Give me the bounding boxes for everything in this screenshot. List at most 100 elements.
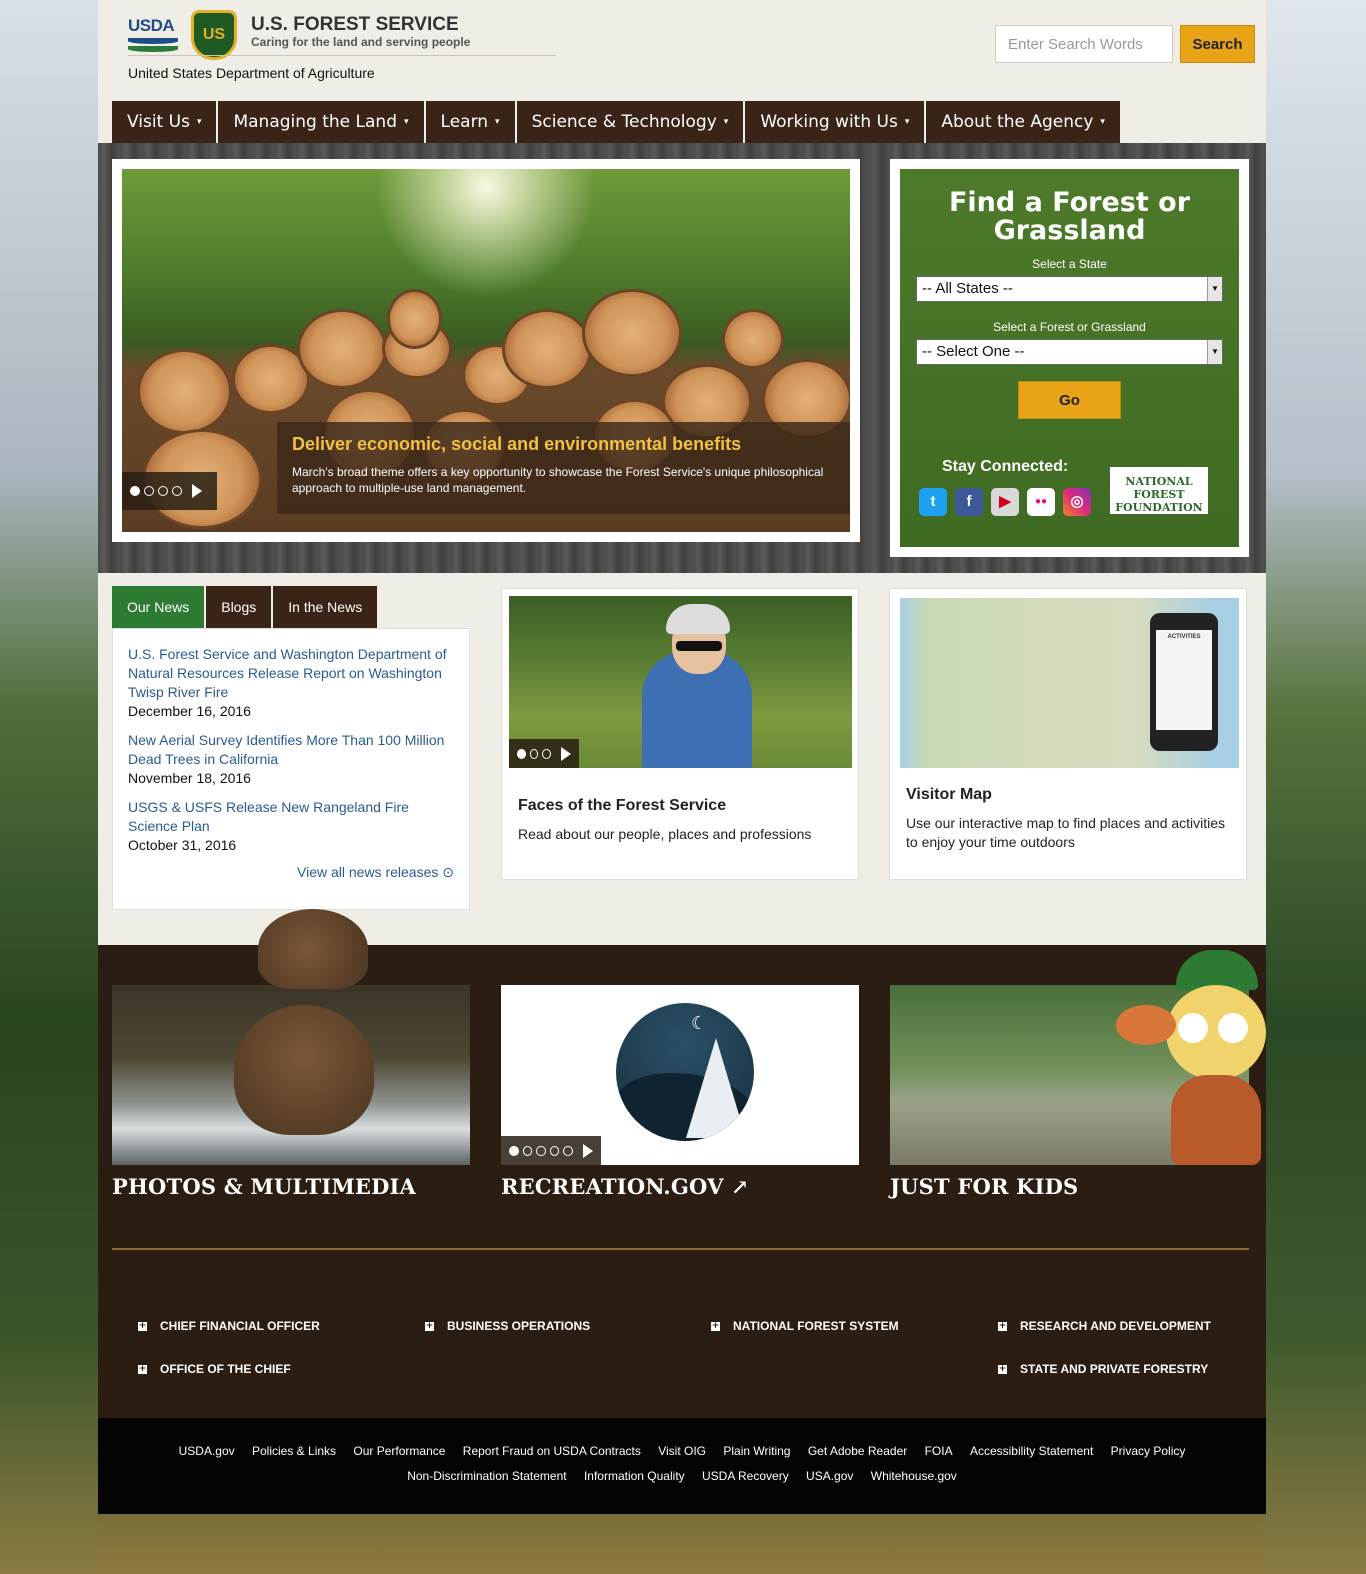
footer-link[interactable]: Privacy Policy — [1111, 1444, 1186, 1458]
quick-link-label: STATE AND PRIVATE FORESTRY — [1020, 1362, 1209, 1376]
search-button[interactable]: Search — [1180, 25, 1255, 63]
footer-link[interactable]: USDA.gov — [179, 1444, 235, 1458]
play-icon[interactable] — [561, 746, 572, 761]
slide-dot[interactable] — [130, 486, 140, 496]
slide-dot[interactable] — [158, 486, 168, 496]
tab-in-the-news[interactable]: In the News — [273, 586, 378, 628]
state-select[interactable]: -- All States -- ▼ — [916, 276, 1223, 302]
footer-link[interactable]: Accessibility Statement — [970, 1444, 1093, 1458]
quick-link-label: BUSINESS OPERATIONS — [447, 1319, 591, 1333]
footer-link[interactable]: Information Quality — [584, 1469, 685, 1483]
chevron-down-icon: ▾ — [904, 117, 910, 127]
twitter-icon[interactable]: t — [919, 488, 947, 516]
photos-multimedia-image-bear[interactable] — [112, 985, 470, 1165]
nav-science-technology[interactable]: Science & Technology ▾ — [516, 101, 744, 143]
nav-about-the-agency[interactable]: About the Agency ▾ — [926, 101, 1120, 143]
footer-link[interactable]: Get Adobe Reader — [808, 1444, 907, 1458]
news-link[interactable]: U.S. Forest Service and Washington Depar… — [128, 645, 454, 702]
recreation-gov-link[interactable]: RECREATION.GOV ↗ — [501, 1174, 749, 1199]
go-button[interactable]: Go — [1018, 381, 1121, 419]
slide-dot[interactable] — [549, 1145, 560, 1156]
forest-select[interactable]: -- Select One -- ▼ — [916, 339, 1223, 365]
quick-link-state-and-private-forestry[interactable]: + STATE AND PRIVATE FORESTRY — [998, 1362, 1208, 1376]
nav-learn[interactable]: Learn ▾ — [425, 101, 515, 143]
footer-link[interactable]: Policies & Links — [252, 1444, 336, 1458]
slide-dot[interactable] — [144, 486, 154, 496]
visitor-map-card[interactable]: ACTIVITIES Visitor Map Use our interacti… — [889, 588, 1247, 880]
tab-blogs[interactable]: Blogs — [206, 586, 272, 628]
news-date: November 18, 2016 — [128, 770, 251, 786]
hero-caption[interactable]: Deliver economic, social and environment… — [277, 422, 850, 514]
hero-slide-image-logs[interactable]: Deliver economic, social and environment… — [122, 169, 850, 532]
nav-managing-the-land[interactable]: Managing the Land ▾ — [218, 101, 424, 143]
slide-dot[interactable] — [172, 486, 182, 496]
tab-our-news[interactable]: Our News — [112, 586, 205, 628]
slide-dot[interactable] — [529, 748, 539, 759]
nav-label: About the Agency — [941, 112, 1094, 132]
just-for-kids-link[interactable]: JUST FOR KIDS — [890, 1174, 1078, 1199]
national-forest-foundation-logo[interactable]: NATIONAL FOREST FOUNDATION — [1110, 467, 1208, 514]
flickr-icon[interactable]: ●● — [1027, 488, 1055, 516]
slide-dot[interactable] — [509, 1145, 519, 1156]
footer-link[interactable]: Whitehouse.gov — [871, 1469, 957, 1483]
quick-link-label: CHIEF FINANCIAL OFFICER — [160, 1319, 320, 1333]
nav-label: Managing the Land — [233, 112, 397, 132]
faces-image-cyclist[interactable] — [509, 596, 852, 768]
footer-link[interactable]: FOIA — [925, 1444, 953, 1458]
hero-section: Deliver economic, social and environment… — [98, 143, 1266, 573]
visitor-map-text: Use our interactive map to find places a… — [906, 815, 1226, 850]
slide-dot[interactable] — [517, 748, 526, 759]
plus-square-icon: + — [998, 1363, 1007, 1374]
faces-card[interactable]: Faces of the Forest Service Read about o… — [501, 588, 859, 880]
play-icon[interactable] — [192, 484, 202, 498]
slide-dot[interactable] — [542, 748, 552, 759]
feature-section: PHOTOS & MULTIMEDIA ☾ RECREATION.GOV ↗ J… — [98, 909, 1266, 1418]
visitor-map-image[interactable]: ACTIVITIES — [900, 598, 1239, 768]
nav-label: Visit Us — [127, 112, 190, 132]
news-link[interactable]: USGS & USFS Release New Rangeland Fire S… — [128, 798, 454, 836]
footer-link[interactable]: Non-Discrimination Statement — [407, 1469, 566, 1483]
forest-service-shield-logo[interactable]: US — [191, 10, 237, 60]
footer-link[interactable]: USA.gov — [806, 1469, 853, 1483]
play-icon[interactable] — [582, 1143, 593, 1158]
slide-dot[interactable] — [522, 1145, 533, 1156]
search-input[interactable] — [995, 25, 1173, 63]
footer-link[interactable]: Our Performance — [353, 1444, 445, 1458]
footer-link[interactable]: Plain Writing — [723, 1444, 790, 1458]
view-all-news-link[interactable]: View all news releases ⊙ — [297, 864, 454, 881]
visitor-map-title[interactable]: Visitor Map — [906, 786, 992, 804]
quick-link-business-operations[interactable]: + BUSINESS OPERATIONS — [425, 1319, 590, 1333]
recreation-gov-image[interactable]: ☾ — [501, 985, 859, 1165]
hero-caption-title[interactable]: Deliver economic, social and environment… — [292, 434, 844, 455]
instagram-icon[interactable]: ◎ — [1063, 488, 1091, 516]
footer-link[interactable]: Visit OIG — [658, 1444, 706, 1458]
nav-label: Learn — [440, 112, 489, 132]
plus-square-icon: + — [998, 1320, 1007, 1331]
faces-title[interactable]: Faces of the Forest Service — [518, 797, 726, 815]
footer-link[interactable]: USDA Recovery — [702, 1469, 789, 1483]
site-header: USDA US U.S. FOREST SERVICE Caring for t… — [98, 0, 1266, 143]
arrow-circle-right-icon: ⊙ — [442, 864, 454, 880]
chevron-down-icon: ▾ — [404, 117, 409, 127]
nav-working-with-us[interactable]: Working with Us ▾ — [745, 101, 925, 143]
news-link[interactable]: New Aerial Survey Identifies More Than 1… — [128, 731, 454, 769]
facebook-icon[interactable]: f — [955, 488, 983, 516]
quick-link-office-of-the-chief[interactable]: + OFFICE OF THE CHIEF — [138, 1362, 291, 1376]
quick-link-national-forest-system[interactable]: + NATIONAL FOREST SYSTEM — [711, 1319, 899, 1333]
footer-link[interactable]: Report Fraud on USDA Contracts — [463, 1444, 641, 1458]
nav-label: Science & Technology — [531, 112, 717, 132]
moon-icon: ☾ — [691, 1013, 708, 1034]
chevron-down-icon: ▾ — [196, 117, 202, 127]
slide-dot[interactable] — [536, 1145, 546, 1156]
slide-dot[interactable] — [563, 1145, 573, 1156]
nav-visit-us[interactable]: Visit Us ▾ — [112, 101, 217, 143]
state-select-label: Select a State — [1032, 257, 1107, 271]
view-all-label: View all news releases — [297, 864, 439, 880]
agency-name[interactable]: U.S. FOREST SERVICE — [251, 14, 459, 36]
youtube-icon[interactable]: ▶ — [991, 488, 1019, 516]
usda-logo[interactable]: USDA — [128, 16, 178, 52]
photos-multimedia-link[interactable]: PHOTOS & MULTIMEDIA — [112, 1174, 416, 1199]
quick-link-research-and-development[interactable]: + RESEARCH AND DEVELOPMENT — [998, 1319, 1211, 1333]
quick-link-chief-financial-officer[interactable]: + CHIEF FINANCIAL OFFICER — [138, 1319, 320, 1333]
footer-links-row-2: Non-Discrimination Statement Information… — [98, 1458, 1266, 1483]
